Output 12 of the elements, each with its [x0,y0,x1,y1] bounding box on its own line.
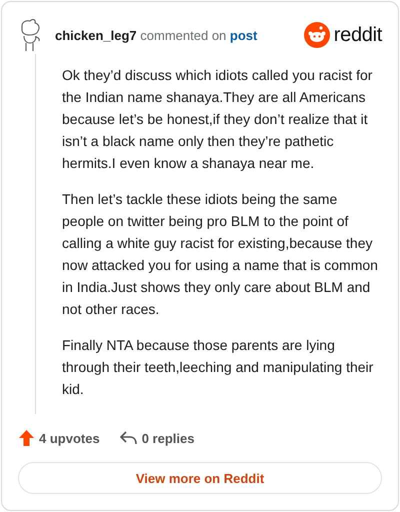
post-link[interactable]: post [230,28,258,42]
reddit-logo-icon [304,22,330,48]
view-more-button[interactable]: View more on Reddit [18,462,382,494]
reply-icon[interactable] [120,431,137,445]
brand-name: reddit [334,24,382,46]
reply-count: 0 replies [142,430,194,446]
upvote-count: 4 upvotes [39,430,100,446]
comment-paragraph: Then let’s tackle these idiots being the same people on twitter being pro BLM to the point of calling a white guy racist for existing,because they now attacked you for using a name that is common in India.Just shows they only care about BLM and not other races. [62,190,379,319]
comment-byline: chicken_leg7 commented on post [55,28,258,42]
comment-paragraph: Finally NTA because those parents are lying through their teeth,leeching and manipulating their kid. [62,336,374,399]
comment-paragraph: Ok they’d discuss which idiots called you racist for the Indian name shanaya.They are all Americans because let’s be honest,if they don’t realize that it isn’t a black name only then they’re pathetic hermits.I even know a shanaya near me. [62,66,374,173]
upvote-icon[interactable] [19,430,34,446]
